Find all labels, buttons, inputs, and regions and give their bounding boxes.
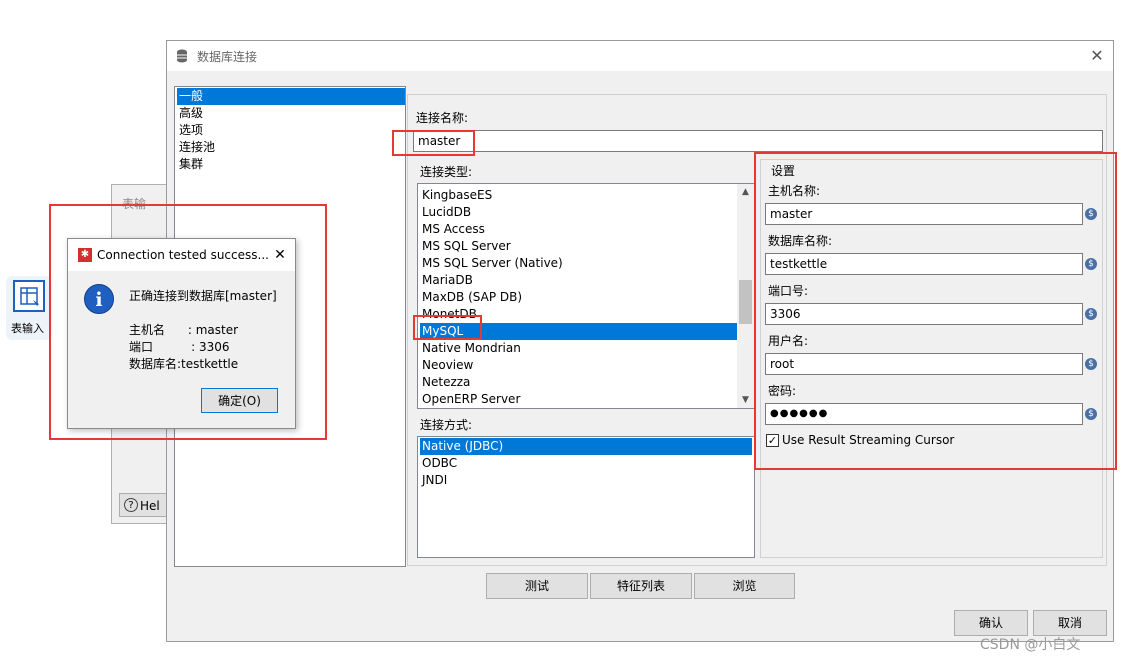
popup-db-line: 数据库名:testkettle <box>129 357 239 371</box>
table-input-step[interactable]: 表输入 <box>6 276 52 340</box>
ok-button[interactable]: 确认 <box>954 610 1028 636</box>
list-item[interactable]: MS SQL Server (Native) <box>420 255 563 272</box>
list-item[interactable]: OpenERP Server <box>420 391 520 408</box>
watermark: CSDN @小白文 <box>980 637 1081 653</box>
tab-general[interactable]: 一般 <box>177 88 405 105</box>
access-label: 连接方式: <box>420 418 473 432</box>
highlight-settings <box>754 152 1117 470</box>
list-item[interactable]: MS SQL Server <box>420 238 511 255</box>
scrollbar[interactable]: ▲ ▼ <box>737 184 754 408</box>
list-item[interactable]: LucidDB <box>420 204 471 221</box>
connection-name-label: 连接名称: <box>416 111 469 125</box>
test-button[interactable]: 测试 <box>486 573 588 599</box>
kettle-icon: ✱ <box>78 248 92 262</box>
dialog-title: 数据库连接 <box>197 50 258 64</box>
scroll-thumb[interactable] <box>739 280 752 324</box>
list-item[interactable]: MS Access <box>420 221 485 238</box>
title-bar: 数据库连接 ✕ <box>167 41 1113 71</box>
list-item[interactable]: Netezza <box>420 374 470 391</box>
cancel-button[interactable]: 取消 <box>1033 610 1107 636</box>
connection-type-list[interactable]: KingbaseES LucidDB MS Access MS SQL Serv… <box>417 183 755 409</box>
step-label: 表输入 <box>11 322 44 335</box>
close-icon[interactable]: ✕ <box>1087 46 1107 66</box>
connection-type-label: 连接类型: <box>420 165 473 179</box>
access-method-list[interactable]: Native (JDBC) ODBC JNDI <box>417 436 755 558</box>
popup-message: 正确连接到数据库[master] <box>129 289 277 303</box>
popup-title: Connection tested success... <box>97 248 269 262</box>
scroll-down-icon[interactable]: ▼ <box>737 392 754 408</box>
highlight-connection-name <box>392 130 475 156</box>
access-item-selected[interactable]: Native (JDBC) <box>420 438 752 455</box>
feature-list-button[interactable]: 特征列表 <box>590 573 692 599</box>
popup-close-icon[interactable]: ✕ <box>271 246 289 264</box>
popup-port-line: 端口 : 3306 <box>129 340 230 354</box>
highlight-mysql <box>413 315 482 340</box>
list-item[interactable]: Neoview <box>420 357 473 374</box>
connection-tested-popup: ✱ Connection tested success... ✕ i 正确连接到… <box>67 238 296 429</box>
browse-button[interactable]: 浏览 <box>694 573 795 599</box>
tab-cluster[interactable]: 集群 <box>177 156 203 173</box>
connection-name-input[interactable]: master <box>413 130 1103 152</box>
popup-host-line: 主机名 : master <box>129 323 239 337</box>
list-item[interactable]: Native Mondrian <box>420 340 521 357</box>
tab-pooling[interactable]: 连接池 <box>177 139 215 156</box>
database-icon <box>177 49 187 63</box>
popup-ok-button[interactable]: 确定(O) <box>201 388 278 413</box>
list-item[interactable]: MariaDB <box>420 272 473 289</box>
access-item[interactable]: JNDI <box>420 472 447 489</box>
help-icon: ? <box>124 498 138 512</box>
tab-advanced[interactable]: 高级 <box>177 105 203 122</box>
info-icon: i <box>84 284 114 314</box>
table-icon <box>13 280 45 312</box>
list-item[interactable]: MaxDB (SAP DB) <box>420 289 522 306</box>
scroll-up-icon[interactable]: ▲ <box>737 184 754 200</box>
access-item[interactable]: ODBC <box>420 455 457 472</box>
tab-options[interactable]: 选项 <box>177 122 203 139</box>
list-item[interactable]: KingbaseES <box>420 187 492 204</box>
popup-title-bar: ✱ Connection tested success... ✕ <box>68 239 295 271</box>
